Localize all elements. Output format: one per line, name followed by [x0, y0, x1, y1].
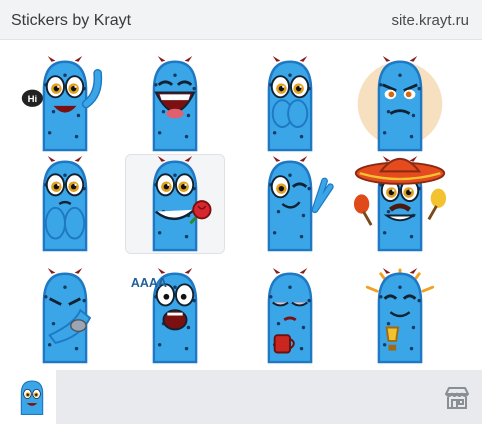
message-composer[interactable]	[56, 370, 482, 424]
rose-love-sticker-icon	[152, 156, 212, 252]
sticker-wink-peace[interactable]	[240, 154, 340, 254]
angry-glow-sticker-icon	[357, 56, 443, 152]
page-title: Stickers by Krayt	[11, 12, 132, 29]
footer	[0, 368, 482, 426]
sombrero-maracas-sticker-icon	[353, 156, 447, 252]
sticker-sleepy-coffee[interactable]	[240, 266, 340, 366]
sticker-thumbnail-icon	[20, 380, 44, 416]
sticker-laughing[interactable]	[125, 54, 225, 154]
laughing-sticker-icon	[152, 56, 198, 152]
facepalm-sticker-icon	[42, 268, 92, 364]
sticker-shy-hands[interactable]	[240, 54, 340, 154]
sad-hug-sticker-icon	[42, 156, 88, 252]
sticker-facepalm[interactable]	[15, 266, 115, 366]
sticker-angry-glow[interactable]	[350, 54, 450, 154]
sticker-grid: Hi AAAA	[15, 44, 475, 374]
sticker-rose-love[interactable]	[125, 154, 225, 254]
header: Stickers by Krayt site.krayt.ru	[0, 0, 482, 40]
hi-badge-text: Hi	[28, 94, 38, 105]
sleepy-coffee-sticker-icon	[267, 268, 313, 364]
wink-peace-sticker-icon	[267, 156, 334, 252]
site-link[interactable]: site.krayt.ru	[391, 12, 469, 29]
shy-hands-sticker-icon	[267, 56, 313, 152]
sticker-sad-hug[interactable]	[15, 154, 115, 254]
sticker-screaming[interactable]: AAAA	[125, 266, 225, 366]
sticker-picker-thumb[interactable]	[12, 375, 52, 419]
sticker-victory-cup[interactable]	[350, 266, 450, 366]
victory-cup-sticker-icon	[365, 268, 435, 364]
store-icon[interactable]	[444, 386, 470, 410]
hi-wave-sticker-icon: Hi	[21, 56, 103, 152]
screaming-sticker-icon: AAAA	[131, 268, 198, 364]
sticker-sombrero-maracas[interactable]	[350, 154, 450, 254]
sticker-hi-wave[interactable]: Hi	[15, 54, 115, 154]
scream-text: AAAA	[131, 276, 167, 290]
